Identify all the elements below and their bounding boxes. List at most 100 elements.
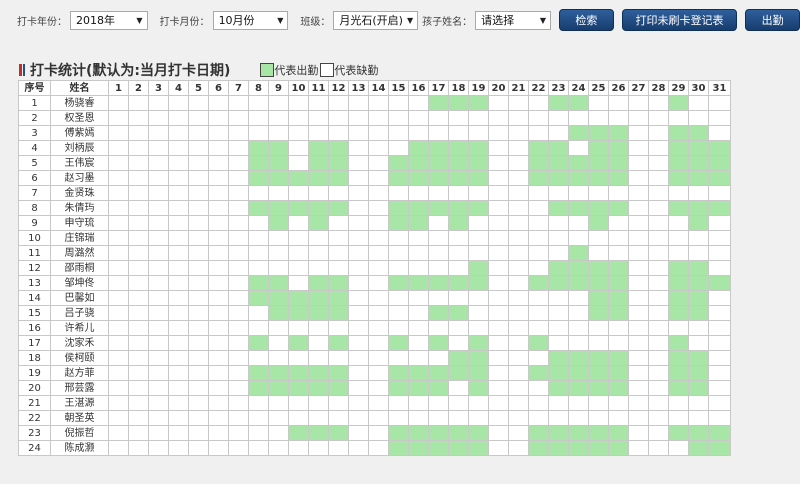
day-cell xyxy=(568,215,589,231)
day-cell xyxy=(648,260,669,276)
day-cell xyxy=(468,320,489,336)
day-cell xyxy=(408,380,429,396)
day-cell xyxy=(468,260,489,276)
day-cell xyxy=(408,170,429,186)
day-cell xyxy=(168,260,189,276)
day-cell xyxy=(288,95,309,111)
class-select[interactable]: 月光石(开启) ▼ xyxy=(333,10,419,30)
day-cell xyxy=(668,440,689,456)
day-header: 30 xyxy=(688,80,709,96)
day-cell xyxy=(608,290,629,306)
row-index: 19 xyxy=(18,365,51,381)
day-cell xyxy=(368,155,389,171)
row-name: 邹坤佟 xyxy=(50,275,109,291)
day-cell xyxy=(668,320,689,336)
day-cell xyxy=(588,335,609,351)
day-cell xyxy=(628,425,649,441)
day-cell xyxy=(228,440,249,456)
day-cell xyxy=(708,305,731,321)
day-cell xyxy=(508,380,529,396)
day-cell xyxy=(628,410,649,426)
day-cell xyxy=(108,335,129,351)
day-cell xyxy=(388,170,409,186)
day-cell xyxy=(288,395,309,411)
day-cell xyxy=(128,155,149,171)
table-row: 7 金贤珠 xyxy=(18,185,731,201)
day-cell xyxy=(688,320,709,336)
print-unswiped-button[interactable]: 打印未刷卡登记表 xyxy=(621,9,738,31)
day-cell xyxy=(268,110,289,126)
day-cell xyxy=(308,290,329,306)
day-cell xyxy=(448,110,469,126)
day-cell xyxy=(188,245,209,261)
day-cell xyxy=(228,170,249,186)
day-cell xyxy=(628,275,649,291)
day-cell xyxy=(208,410,229,426)
day-cell xyxy=(448,125,469,141)
day-cell xyxy=(688,260,709,276)
day-header: 2 xyxy=(128,80,149,96)
day-header: 11 xyxy=(308,80,329,96)
day-cell xyxy=(168,395,189,411)
day-cell xyxy=(328,335,349,351)
day-cell xyxy=(548,110,569,126)
day-cell xyxy=(248,170,269,186)
day-cell xyxy=(168,305,189,321)
day-cell xyxy=(408,200,429,216)
day-cell xyxy=(708,395,731,411)
day-cell xyxy=(348,365,369,381)
day-cell xyxy=(688,290,709,306)
day-cell xyxy=(348,140,369,156)
day-cell xyxy=(688,200,709,216)
child-select[interactable]: 请选择 ▼ xyxy=(475,10,551,30)
export-attendance-button[interactable]: 出勤 xyxy=(745,9,800,31)
day-cell xyxy=(628,350,649,366)
day-cell xyxy=(448,290,469,306)
day-cell xyxy=(288,410,309,426)
day-cell xyxy=(588,395,609,411)
row-index: 24 xyxy=(18,440,51,456)
day-cell xyxy=(708,365,731,381)
day-cell xyxy=(648,185,669,201)
day-cell xyxy=(508,125,529,141)
day-cell xyxy=(528,365,549,381)
day-cell xyxy=(488,425,509,441)
day-cell xyxy=(188,230,209,246)
day-cell xyxy=(668,170,689,186)
search-button[interactable]: 检索 xyxy=(558,9,614,31)
day-header: 21 xyxy=(508,80,529,96)
day-cell xyxy=(188,410,209,426)
day-cell xyxy=(408,140,429,156)
day-cell xyxy=(328,140,349,156)
day-cell xyxy=(708,275,731,291)
month-select[interactable]: 10月份 ▼ xyxy=(212,10,289,30)
day-header: 16 xyxy=(408,80,429,96)
day-cell xyxy=(288,200,309,216)
day-cell xyxy=(648,350,669,366)
day-cell xyxy=(468,155,489,171)
day-cell xyxy=(608,200,629,216)
day-cell xyxy=(328,125,349,141)
day-cell xyxy=(408,350,429,366)
day-cell xyxy=(608,365,629,381)
day-cell xyxy=(188,215,209,231)
year-select[interactable]: 2018年 ▼ xyxy=(70,10,148,30)
day-cell xyxy=(228,380,249,396)
day-cell xyxy=(568,155,589,171)
year-label: 打卡年份： xyxy=(17,16,67,28)
day-cell xyxy=(428,440,449,456)
day-cell xyxy=(688,335,709,351)
day-cell xyxy=(548,260,569,276)
day-cell xyxy=(188,110,209,126)
day-cell xyxy=(568,395,589,411)
day-cell xyxy=(568,440,589,456)
table-row: 17 沈家禾 xyxy=(18,335,731,351)
day-cell xyxy=(288,440,309,456)
day-cell xyxy=(628,365,649,381)
day-cell xyxy=(188,290,209,306)
day-cell xyxy=(488,200,509,216)
day-cell xyxy=(228,95,249,111)
day-cell xyxy=(288,215,309,231)
day-cell xyxy=(348,425,369,441)
day-cell xyxy=(208,305,229,321)
